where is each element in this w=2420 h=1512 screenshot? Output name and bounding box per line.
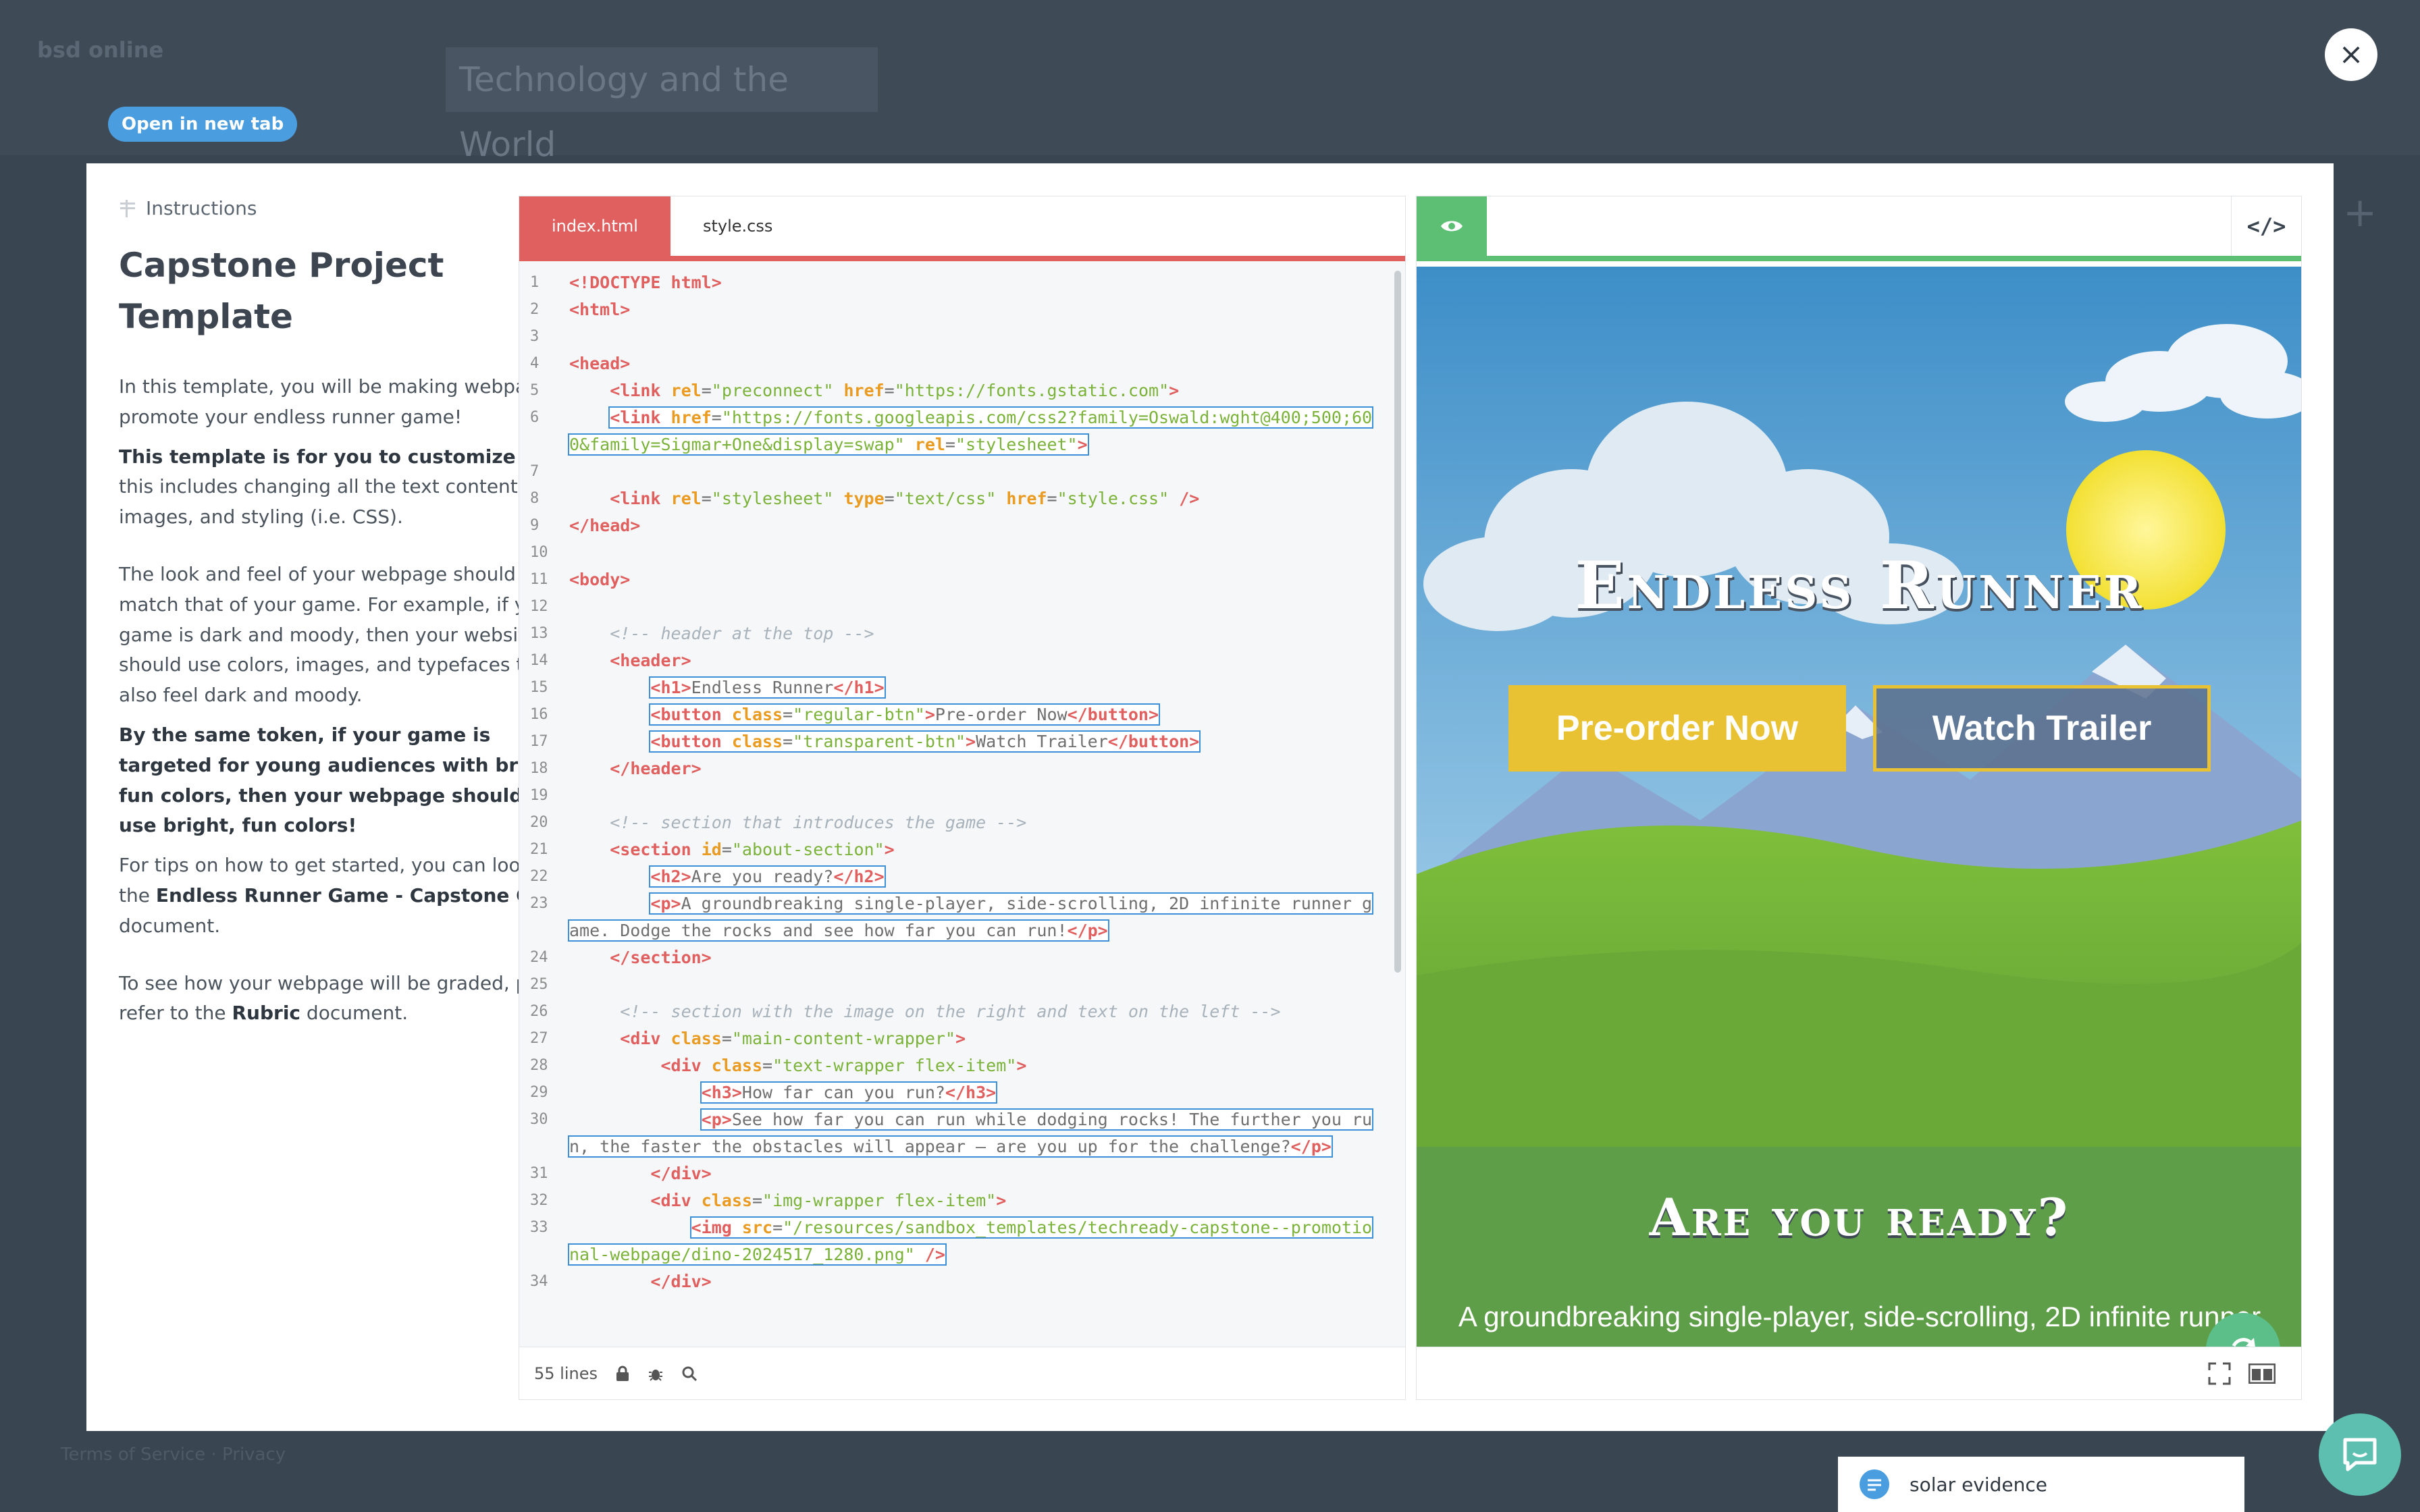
notification-text: solar evidence: [1910, 1473, 2048, 1496]
code-line: 34 </div>: [530, 1272, 712, 1291]
code-line: 5 <link rel="preconnect" href="https://f…: [530, 381, 1180, 400]
code-line: 24 </section>: [530, 948, 712, 967]
code-line: 16 <button class="regular-btn">Pre-order…: [530, 703, 1161, 726]
rubric-link[interactable]: Rubric: [232, 1002, 300, 1024]
about-text: A groundbreaking single-player, side-scr…: [1458, 1301, 2261, 1332]
instructions-header: Instructions: [119, 197, 578, 219]
instructions-title: Capstone Project Template: [119, 246, 444, 336]
instructions-paragraph: To see how your webpage will be graded, …: [119, 971, 578, 1025]
code-line: 17 <button class="transparent-btn">Watch…: [530, 730, 1201, 753]
lock-icon[interactable]: [615, 1366, 630, 1382]
code-line: 8 <link rel="stylesheet" type="text/css"…: [530, 489, 1200, 508]
editor-scrollbar[interactable]: [1394, 271, 1401, 973]
background-plus-icon: +: [2343, 189, 2377, 236]
code-line: 29 <h3>How far can you run?</h3>: [530, 1081, 998, 1104]
code-line: 12: [530, 598, 548, 615]
code-line: 1 <!DOCTYPE html>: [530, 273, 722, 292]
code-line: 21 <section id="about-section">: [530, 840, 895, 859]
notification-bar[interactable]: solar evidence: [1838, 1457, 2244, 1512]
chat-bubble-icon: [1860, 1469, 1889, 1499]
code-line: 3: [530, 328, 540, 345]
code-line: 27 <div class="main-content-wrapper">: [530, 1029, 966, 1048]
code-line: 33 <img src="/resources/sandbox_template…: [530, 1216, 1374, 1266]
watch-trailer-button[interactable]: Watch Trailer: [1873, 685, 2211, 772]
code-line: 15 <h1>Endless Runner</h1>: [530, 676, 886, 699]
code-line: 9 </head>: [530, 516, 641, 535]
instructions-panel: Instructions Capstone Project Template I…: [119, 197, 578, 1038]
code-line: 7: [530, 463, 540, 480]
code-editor: index.html style.css 1 <!DOCTYPE html> 2 <…: [519, 196, 1406, 1400]
close-button[interactable]: ×: [2325, 28, 2377, 81]
code-line: 14 <header>: [530, 651, 691, 670]
background-logo: bsd online: [37, 37, 164, 63]
instructions-paragraph: The look and feel of your webpage should…: [119, 562, 557, 707]
tab-index-html[interactable]: index.html: [519, 196, 670, 256]
chat-icon: [2343, 1438, 2377, 1472]
bug-icon[interactable]: [648, 1366, 664, 1382]
open-in-new-tab-button[interactable]: Open in new tab: [108, 107, 298, 142]
code-line: 18 </header>: [530, 759, 702, 778]
fullscreen-icon[interactable]: [2208, 1362, 2231, 1385]
preorder-button[interactable]: Pre-order Now: [1508, 685, 1846, 772]
preview-status-bar: [1417, 1347, 2301, 1399]
code-line: 30 <p>See how far you can run while dodg…: [530, 1108, 1374, 1158]
tab-style-css[interactable]: style.css: [670, 196, 805, 256]
line-count: 55 lines: [534, 1364, 598, 1383]
code-line: 20 <!-- section that introduces the game…: [530, 813, 1027, 832]
search-icon[interactable]: [681, 1366, 698, 1382]
split-view-icon[interactable]: [2248, 1364, 2276, 1384]
code-area[interactable]: 1 <!DOCTYPE html> 2 <html> 3 4 <head> 5 <li…: [519, 267, 1397, 1347]
code-line: 28 <div class="text-wrapper flex-item">: [530, 1056, 1027, 1075]
code-line: 4 <head>: [530, 354, 631, 373]
code-line: 32 <div class="img-wrapper flex-item">: [530, 1191, 1007, 1210]
preview-eye-button[interactable]: [1417, 196, 1487, 256]
editor-tabs: index.html style.css: [519, 196, 1405, 261]
background-footer: Terms of Service · Privacy: [61, 1444, 286, 1465]
sandbox-modal: Instructions Capstone Project Template I…: [86, 163, 2334, 1431]
preview-panel: </> Endless Runner Pre-order Now Watch T…: [1416, 196, 2302, 1400]
instructions-icon: [120, 199, 135, 217]
instructions-paragraph: For tips on how to get started, you can …: [119, 854, 578, 937]
background-page-title: Technology and the World: [446, 47, 878, 164]
code-line: 19: [530, 787, 548, 804]
code-line: 23 <p>A groundbreaking single-player, si…: [530, 892, 1374, 942]
instructions-paragraph: This template is for you to customize — …: [119, 445, 542, 529]
code-line: 26 <!-- section with the image on the ri…: [530, 1002, 1281, 1021]
code-line: 6 <link href="https://fonts.googleapis.c…: [530, 406, 1374, 456]
code-line: 22 <h2>Are you ready?</h2>: [530, 865, 886, 888]
code-line: 31 </div>: [530, 1164, 712, 1183]
code-line: 11 <body>: [530, 570, 631, 589]
preview-toolbar: </>: [1417, 196, 2301, 261]
eye-icon: [1441, 221, 1463, 232]
chat-launcher-button[interactable]: [2319, 1413, 2401, 1496]
code-line: 13 <!-- header at the top -->: [530, 624, 874, 643]
instructions-paragraph: By the same token, if your game is targe…: [119, 723, 573, 837]
code-line: 25: [530, 976, 548, 993]
editor-status-bar: 55 lines: [519, 1347, 1405, 1399]
code-view-icon[interactable]: </>: [2231, 196, 2301, 256]
background-header: [0, 0, 2420, 155]
about-heading: Are you ready?: [1649, 1187, 2070, 1247]
instructions-paragraph: In this template, you will be making web…: [119, 375, 576, 428]
preview-hero-title: Endless Runner: [1575, 547, 2145, 624]
code-line: 2 <html>: [530, 300, 631, 319]
capstone-guide-link[interactable]: Endless Runner Game - Capstone Guide: [156, 884, 578, 907]
code-line: 10: [530, 544, 548, 561]
instructions-label: Instructions: [146, 197, 257, 219]
